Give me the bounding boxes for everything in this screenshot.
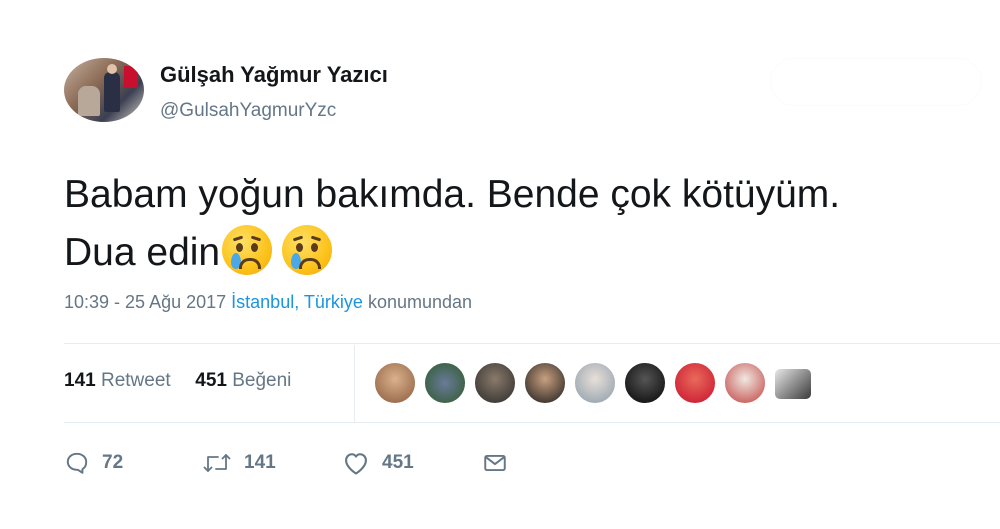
tweet-text-line-2-text: Dua edin — [64, 231, 221, 274]
liker-avatar[interactable] — [374, 362, 416, 404]
location-city-link[interactable]: İstanbul — [231, 292, 294, 312]
tweet-stats: 141 Retweet 451 Beğeni — [64, 370, 291, 392]
location-comma: , — [294, 292, 300, 312]
tweet-meta: 10:39 - 25 Ağu 2017 İstanbul, Türkiye ko… — [64, 292, 472, 313]
liker-avatar[interactable] — [774, 368, 812, 400]
location-country-link[interactable]: Türkiye — [304, 292, 363, 312]
liker-avatar[interactable] — [724, 362, 766, 404]
like-action-count: 451 — [382, 452, 414, 473]
like-button[interactable]: 451 — [342, 446, 414, 480]
tweet-timestamp[interactable]: 10:39 - 25 Ağu 2017 — [64, 292, 226, 312]
like-stat-count: 451 — [195, 370, 227, 391]
envelope-icon — [482, 450, 508, 476]
retweet-button[interactable]: 141 — [202, 446, 276, 480]
author-name[interactable]: Gülşah Yağmur Yazıcı — [160, 62, 388, 88]
divider-bottom — [64, 422, 1000, 423]
direct-message-button[interactable] — [482, 446, 508, 480]
location-suffix: konumundan — [367, 292, 473, 312]
liker-avatar[interactable] — [574, 362, 616, 404]
like-stat-label: Beğeni — [232, 370, 292, 391]
heart-icon — [342, 450, 370, 476]
liker-avatar[interactable] — [424, 362, 466, 404]
author-handle[interactable]: @GulsahYagmurYzc — [160, 100, 336, 122]
retweet-action-count: 141 — [244, 452, 276, 473]
retweet-stat-label: Retweet — [100, 370, 171, 391]
divider-top — [64, 343, 1000, 344]
retweet-stat[interactable]: 141 Retweet — [64, 370, 171, 391]
tweet-card: Gülşah Yağmur Yazıcı @GulsahYagmurYzc Ba… — [0, 0, 1000, 529]
liker-avatar[interactable] — [674, 362, 716, 404]
tweet-text-line-2: Dua edin — [64, 224, 1000, 282]
reply-icon — [64, 450, 90, 476]
author-avatar[interactable] — [64, 58, 144, 122]
liker-avatar[interactable] — [474, 362, 516, 404]
liker-avatar[interactable] — [524, 362, 566, 404]
like-stat[interactable]: 451 Beğeni — [195, 370, 291, 391]
crying-face-emoji — [222, 225, 273, 275]
liker-avatar[interactable] — [624, 362, 666, 404]
tweet-text: Babam yoğun bakımda. Bende çok kötüyüm. … — [64, 166, 1000, 282]
reply-count: 72 — [102, 452, 124, 473]
reply-button[interactable]: 72 — [64, 446, 123, 480]
stats-separator — [354, 345, 355, 422]
crying-face-emoji — [282, 225, 333, 275]
tweet-text-line-1: Babam yoğun bakımda. Bende çok kötüyüm. — [64, 173, 841, 216]
follow-button[interactable] — [770, 58, 982, 106]
retweet-stat-count: 141 — [64, 370, 96, 391]
retweet-icon — [202, 450, 232, 476]
